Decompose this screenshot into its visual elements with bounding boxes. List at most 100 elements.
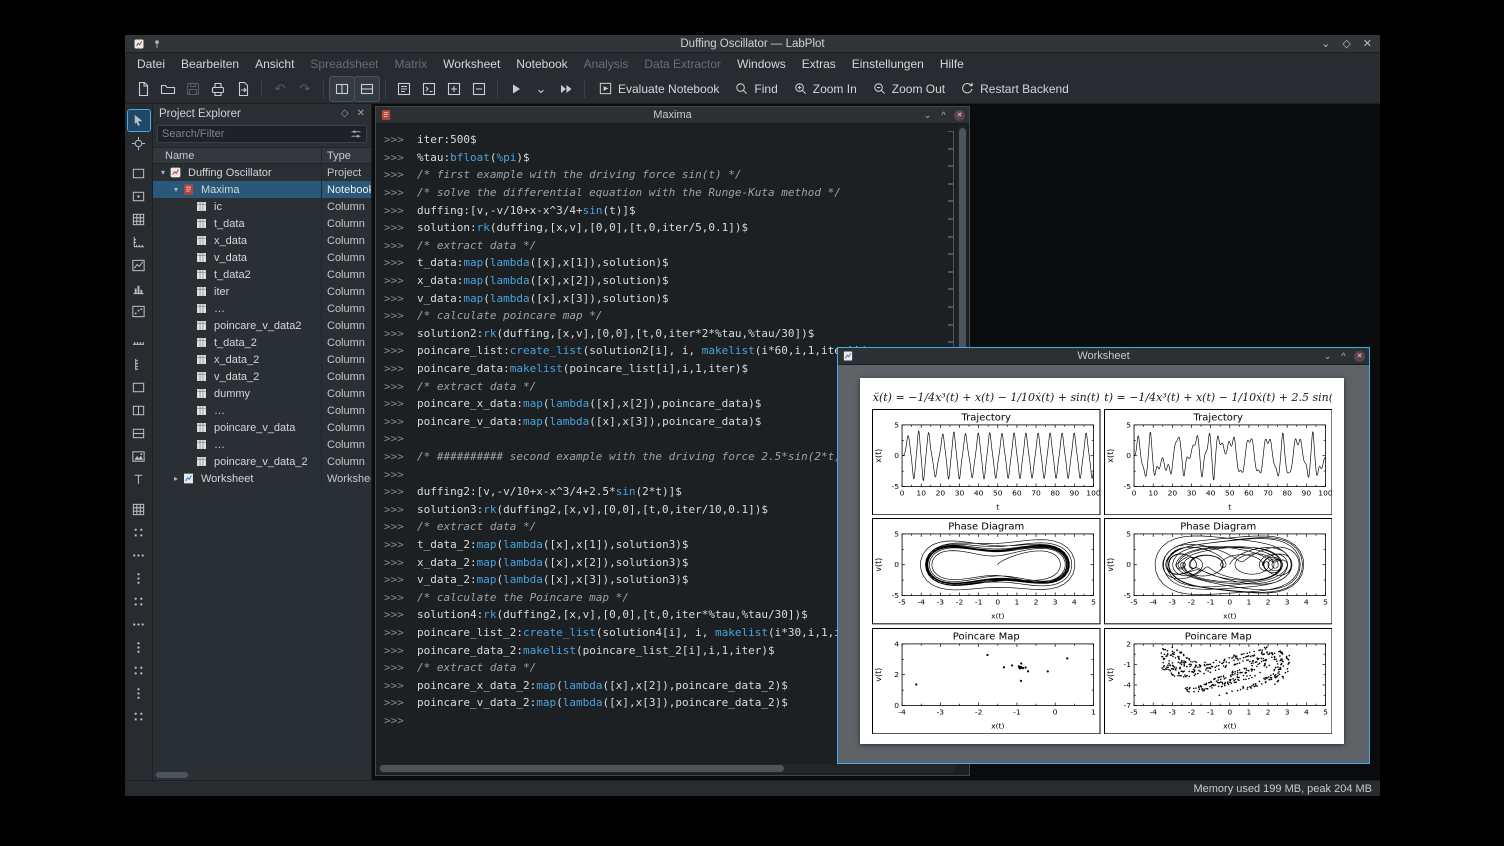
tree-row-item[interactable]: … Column xyxy=(153,402,371,419)
equation-label-2[interactable]: ẍ(t) = −1/4x³(t) + x(t) − 1/10ẋ(t) + 2.5… xyxy=(1104,388,1333,406)
tree-row-worksheet[interactable]: ▸ Worksheet Worksheet xyxy=(153,470,371,487)
tree-row-t-data-2[interactable]: t_data_2 Column xyxy=(153,334,371,351)
pin-icon[interactable] xyxy=(151,38,163,50)
tabbed-view-toggle[interactable] xyxy=(354,75,380,102)
open-project-button[interactable] xyxy=(156,77,180,101)
maxima-collapse-button[interactable]: ⌄ xyxy=(922,110,933,121)
code-line[interactable]: >>> %tau:bfloat(%pi)$ xyxy=(384,149,941,167)
search-box[interactable] xyxy=(157,125,367,143)
menu-data-extractor[interactable]: Data Extractor xyxy=(636,55,729,73)
code-line[interactable]: >>> iter:500$ xyxy=(384,131,941,149)
add-text-entry-button[interactable] xyxy=(392,77,416,101)
menu-matrix[interactable]: Matrix xyxy=(386,55,435,73)
float-panel-button[interactable]: ◇ xyxy=(341,108,349,119)
menu-ansicht[interactable]: Ansicht xyxy=(247,55,302,73)
expander-icon[interactable]: ▾ xyxy=(170,185,182,194)
menu-notebook[interactable]: Notebook xyxy=(508,55,575,73)
menu-bearbeiten[interactable]: Bearbeiten xyxy=(173,55,247,73)
maxima-titlebar[interactable]: Maxima ⌄ ^ ✕ xyxy=(376,107,969,124)
menu-einstellungen[interactable]: Einstellungen xyxy=(844,55,932,73)
worksheet-titlebar[interactable]: Worksheet ⌄ ^ ✕ xyxy=(838,348,1369,365)
code-line[interactable]: >>> duffing:[v,-v/10+x-x^3/4+sin(t)]$ xyxy=(384,201,941,219)
snap-grid-tool[interactable] xyxy=(128,522,150,543)
expander-icon[interactable]: ▾ xyxy=(157,168,169,177)
new-text-label-tool[interactable] xyxy=(128,469,150,490)
new-horizontal-axis-tool[interactable] xyxy=(128,331,150,352)
new-histogram-tool[interactable] xyxy=(128,278,150,299)
remove-entry-button[interactable] xyxy=(467,77,491,101)
arrange-tool[interactable] xyxy=(128,660,150,681)
tree-row-x-data[interactable]: x_data Column xyxy=(153,232,371,249)
new-box-plot-tool[interactable] xyxy=(128,377,150,398)
tree-row-t-data[interactable]: t_data Column xyxy=(153,215,371,232)
close-window-button[interactable]: ✕ xyxy=(1363,37,1372,50)
menu-worksheet[interactable]: Worksheet xyxy=(435,55,508,73)
column-header-name[interactable]: Name xyxy=(153,150,321,162)
tree-row-poincare-v-data-2[interactable]: poincare_v_data_2 Column xyxy=(153,453,371,470)
undo-button[interactable]: ↶ xyxy=(268,77,292,101)
plot-poincare-map-2[interactable]: Poincare Map -5 -4 -3 -2 -1 0 1 2 3 4 5 2 -1 -4 -7 v(t) x… xyxy=(1103,627,1332,734)
save-project-button[interactable] xyxy=(181,77,205,101)
pointer-tool[interactable] xyxy=(126,109,151,132)
project-explorer-header[interactable]: Project Explorer ◇ ✕ xyxy=(153,104,371,123)
tree-row-dummy[interactable]: dummy Column xyxy=(153,385,371,402)
snap-horizontal-tool[interactable] xyxy=(128,545,150,566)
column-header-type[interactable]: Type xyxy=(321,148,371,163)
expander-icon[interactable]: ▸ xyxy=(170,474,182,483)
align-vertical-tool[interactable] xyxy=(128,637,150,658)
scrollbar-thumb[interactable] xyxy=(380,765,784,772)
menu-datei[interactable]: Datei xyxy=(129,55,173,73)
add-command-entry-button[interactable] xyxy=(417,77,441,101)
tree-row-v-data-2[interactable]: v_data_2 Column xyxy=(153,368,371,385)
zoom-out-button[interactable]: Zoom Out xyxy=(865,78,952,99)
restart-backend-button[interactable]: Restart Backend xyxy=(953,78,1076,99)
code-line[interactable]: >>> solution:rk(duffing,[x,v],[0,0],[t,0,… xyxy=(384,219,941,237)
new-plot-template-tool[interactable] xyxy=(128,209,150,230)
code-line[interactable]: >>> v_data:map(lambda([x],x[3]),solution)… xyxy=(384,289,941,307)
titlebar[interactable]: Duffing Oscillator — LabPlot ⌄ ◇ ✕ xyxy=(125,35,1380,53)
new-worksheet-tool[interactable] xyxy=(128,163,150,184)
zoom-in-button[interactable]: Zoom In xyxy=(786,78,864,99)
plot-poincare-map-1[interactable]: Poincare Map -4 -3 -2 -1 0 1 0 2 4 v(t) x(t) xyxy=(872,627,1101,734)
scrollbar-thumb[interactable] xyxy=(156,772,188,778)
print-button[interactable] xyxy=(206,77,230,101)
horizontal-scrollbar[interactable] xyxy=(378,764,955,773)
menu-extras[interactable]: Extras xyxy=(794,55,844,73)
plot-phase-diagram-1[interactable]: Phase Diagram -5 -4 -3 -2 -1 0 1 2 3 4 5 -5 0 5 v(t) x(t… xyxy=(872,518,1101,625)
tree-row-x-data-2[interactable]: x_data_2 Column xyxy=(153,351,371,368)
tree-row-item[interactable]: … Column xyxy=(153,436,371,453)
code-line[interactable]: >>> /* first example with the driving for… xyxy=(384,166,941,184)
new-row-layout-tool[interactable] xyxy=(128,423,150,444)
new-plot-area-tool[interactable] xyxy=(128,186,150,207)
maxima-restore-button[interactable]: ^ xyxy=(938,110,949,120)
align-horizontal-tool[interactable] xyxy=(128,614,150,635)
new-grid-tool[interactable] xyxy=(128,499,150,520)
more-tools-1[interactable] xyxy=(128,683,150,704)
insert-entry-button[interactable] xyxy=(442,77,466,101)
filter-options-icon[interactable] xyxy=(350,128,362,140)
tree-row-v-data[interactable]: v_data Column xyxy=(153,249,371,266)
code-line[interactable]: >>> solution2:rk(duffing,[x,v],[0,0],[t,0… xyxy=(384,325,941,343)
new-scatter-plot-tool[interactable] xyxy=(128,301,150,322)
export-button[interactable] xyxy=(231,77,255,101)
tree-row-poincare-v-data[interactable]: poincare_v_data Column xyxy=(153,419,371,436)
split-view-toggle[interactable] xyxy=(329,75,355,102)
find-button[interactable]: Find xyxy=(727,78,784,99)
shade-window-button[interactable]: ⌄ xyxy=(1321,37,1330,50)
code-line[interactable]: >>> t_data:map(lambda([x],x[1]),solution)… xyxy=(384,254,941,272)
new-project-button[interactable] xyxy=(131,77,155,101)
tree-row-item[interactable]: … Column xyxy=(153,300,371,317)
plot-phase-diagram-2[interactable]: Phase Diagram -5 -4 -3 -2 -1 0 1 2 3 4 5 -5 0 5 v(t) x(t… xyxy=(1103,518,1332,625)
new-vertical-axis-tool[interactable] xyxy=(128,354,150,375)
tree-row-duffing-oscillator[interactable]: ▾ Duffing Oscillator Project xyxy=(153,164,371,181)
evaluate-notebook-button[interactable]: Evaluate Notebook xyxy=(591,78,726,99)
new-axis-tool[interactable] xyxy=(128,232,150,253)
redo-button[interactable]: ↷ xyxy=(293,77,317,101)
new-xy-curve-tool[interactable] xyxy=(128,255,150,276)
zoom-select-tool[interactable] xyxy=(128,133,150,154)
maximize-window-button[interactable]: ◇ xyxy=(1342,37,1350,50)
new-image-tool[interactable] xyxy=(128,446,150,467)
worksheet-close-button[interactable]: ✕ xyxy=(1354,350,1365,362)
menu-analysis[interactable]: Analysis xyxy=(576,55,637,73)
code-line[interactable]: >>> x_data:map(lambda([x],x[2]),solution)… xyxy=(384,272,941,290)
